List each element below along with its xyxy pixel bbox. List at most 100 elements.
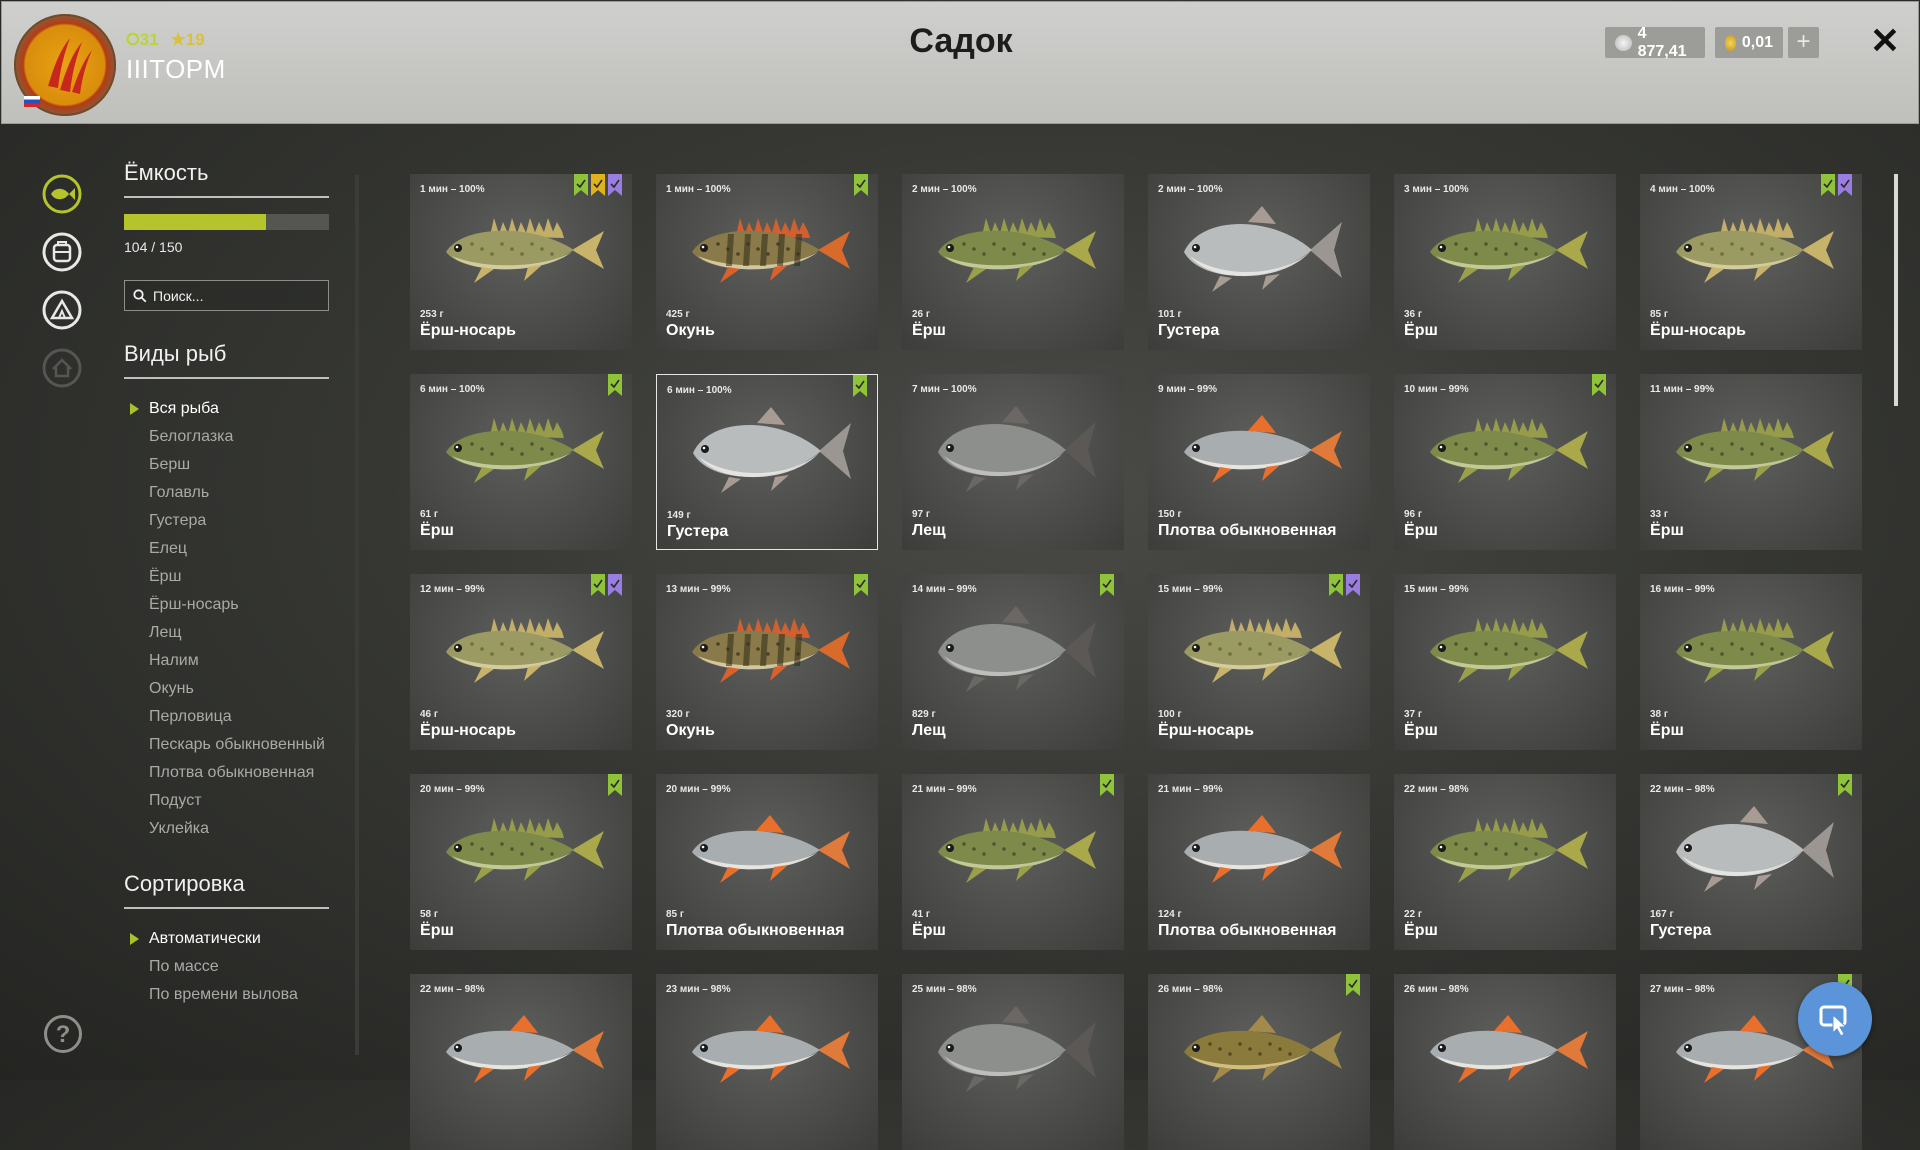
catch-time-label: 12 мин – 99% [420, 584, 485, 595]
fish-card[interactable]: 16 мин – 99% 38 г Ёрш [1640, 574, 1862, 750]
species-item[interactable]: Подуст [124, 787, 329, 815]
fish-card[interactable]: 22 мин – 98% 22 г Ёрш [1394, 774, 1616, 950]
fish-image-icon [1184, 815, 1342, 883]
species-item[interactable]: Голавль [124, 479, 329, 507]
close-button[interactable]: ✕ [1868, 23, 1902, 59]
fish-image-icon [1676, 418, 1834, 483]
fish-card[interactable]: 21 мин – 99% 41 г Ёрш [902, 774, 1124, 950]
capacity-title: Ёмкость [124, 160, 329, 198]
backpack-icon[interactable] [42, 232, 82, 272]
fish-card[interactable]: 9 мин – 99% 150 г Плотва обыкновенная [1148, 374, 1370, 550]
home-icon[interactable] [42, 348, 82, 388]
species-item[interactable]: Пескарь обыкновенный [124, 731, 329, 759]
fish-weight: 253 г [420, 309, 444, 320]
sort-option[interactable]: Автоматически [124, 925, 329, 953]
capacity-text: 104 / 150 [124, 239, 183, 255]
cursor-mode-button[interactable] [1798, 982, 1872, 1056]
species-item[interactable]: Вся рыба [124, 395, 329, 423]
fish-card[interactable]: 15 мин – 99% 37 г Ёрш [1394, 574, 1616, 750]
add-currency-button[interactable]: + [1788, 27, 1819, 58]
grid-scrollbar[interactable] [1894, 174, 1898, 406]
catch-time-label: 26 мин – 98% [1158, 984, 1223, 995]
species-item[interactable]: Перловица [124, 703, 329, 731]
species-item[interactable]: Окунь [124, 675, 329, 703]
fish-card[interactable]: 25 мин – 98% [902, 974, 1124, 1150]
fish-image-icon [692, 218, 850, 283]
sort-option[interactable]: По времени вылова [124, 981, 329, 1009]
fish-card[interactable]: 20 мин – 99% 58 г Ёрш [410, 774, 632, 950]
species-item[interactable]: Уклейка [124, 815, 329, 843]
fish-card[interactable]: 14 мин – 99% 829 г Лещ [902, 574, 1124, 750]
help-button[interactable]: ? [44, 1015, 82, 1053]
catch-time-label: 10 мин – 99% [1404, 384, 1469, 395]
fish-card[interactable]: 22 мин – 98% [410, 974, 632, 1150]
fish-weight: 41 г [912, 909, 931, 920]
bookmark-tag-icon [853, 375, 867, 397]
fish-name: Плотва обыкновенная [1158, 522, 1337, 539]
fish-card[interactable]: 2 мин – 100% 26 г Ёрш [902, 174, 1124, 350]
fish-card[interactable]: 2 мин – 100% 101 г Густера [1148, 174, 1370, 350]
species-item[interactable]: Налим [124, 647, 329, 675]
fish-card[interactable]: 13 мин – 99% 320 г Окунь [656, 574, 878, 750]
fish-card[interactable]: 26 мин – 98% [1148, 974, 1370, 1150]
fish-card[interactable]: 7 мин – 100% 97 г Лещ [902, 374, 1124, 550]
fish-image-icon [692, 1015, 850, 1083]
fish-tags [608, 774, 622, 796]
fish-card[interactable]: 12 мин – 99% 46 г Ёрш-носарь [410, 574, 632, 750]
fish-tags [608, 374, 622, 396]
fish-card[interactable]: 11 мин – 99% 33 г Ёрш [1640, 374, 1862, 550]
fish-name: Ёрш-носарь [1158, 722, 1254, 739]
fish-card[interactable]: 4 мин – 100% 85 г Ёрш-носарь [1640, 174, 1862, 350]
catch-time-label: 22 мин – 98% [420, 984, 485, 995]
fish-card[interactable]: 1 мин – 100% 253 г Ёрш-носарь [410, 174, 632, 350]
fish-card[interactable]: 3 мин – 100% 36 г Ёрш [1394, 174, 1616, 350]
species-list: Вся рыба Белоглазка Берш Голавль Густера Елец… [124, 395, 329, 843]
fish-image-icon [1430, 418, 1588, 483]
species-item[interactable]: Белоглазка [124, 423, 329, 451]
species-item[interactable]: Густера [124, 507, 329, 535]
camp-tent-icon[interactable] [42, 290, 82, 330]
fish-name: Ёрш [1404, 922, 1438, 939]
bookmark-tag-icon [591, 574, 605, 596]
species-item[interactable]: Елец [124, 535, 329, 563]
catch-time-label: 6 мин – 100% [420, 384, 485, 395]
fish-name: Ёрш-носарь [420, 722, 516, 739]
bookmark-tag-icon [854, 574, 868, 596]
search-input[interactable]: Поиск... [124, 280, 329, 311]
species-item[interactable]: Ёрш-носарь [124, 591, 329, 619]
catch-time-label: 4 мин – 100% [1650, 184, 1715, 195]
fish-card[interactable]: 23 мин – 98% [656, 974, 878, 1150]
fish-card[interactable]: 6 мин – 100% 149 г Густера [656, 374, 878, 550]
fish-weight: 33 г [1650, 509, 1669, 520]
keepnet-fish-icon[interactable] [42, 174, 82, 214]
fish-card[interactable]: 10 мин – 99% 96 г Ёрш [1394, 374, 1616, 550]
species-item[interactable]: Берш [124, 451, 329, 479]
fish-weight: 97 г [912, 509, 931, 520]
fish-name: Густера [667, 523, 729, 540]
fish-name: Лещ [912, 722, 946, 739]
species-item[interactable]: Лещ [124, 619, 329, 647]
fish-card[interactable]: 21 мин – 99% 124 г Плотва обыкновенная [1148, 774, 1370, 950]
fish-weight: 149 г [667, 510, 691, 521]
bookmark-tag-icon [1329, 574, 1343, 596]
catch-time-label: 15 мин – 99% [1158, 584, 1223, 595]
bookmark-tag-icon [1346, 574, 1360, 596]
fish-card[interactable]: 20 мин – 99% 85 г Плотва обыкновенная [656, 774, 878, 950]
species-item[interactable]: Плотва обыкновенная [124, 759, 329, 787]
fish-name: Ёрш [1404, 522, 1438, 539]
silver-balance[interactable]: 4 877,41 [1605, 25, 1705, 60]
fish-image-icon [938, 1006, 1096, 1092]
catch-time-label: 14 мин – 99% [912, 584, 977, 595]
fish-card[interactable]: 22 мин – 98% 167 г Густера [1640, 774, 1862, 950]
sort-option[interactable]: По массе [124, 953, 329, 981]
fish-card[interactable]: 6 мин – 100% 61 г Ёрш [410, 374, 632, 550]
fish-name: Ёрш [912, 922, 946, 939]
fish-card[interactable]: 1 мин – 100% 425 г Окунь [656, 174, 878, 350]
fish-card[interactable]: 26 мин – 98% [1394, 974, 1616, 1150]
sort-title: Сортировка [124, 871, 329, 909]
species-item[interactable]: Ёрш [124, 563, 329, 591]
fish-card[interactable]: 15 мин – 99% 100 г Ёрш-носарь [1148, 574, 1370, 750]
gold-balance[interactable]: 0,01 [1715, 27, 1783, 58]
catch-time-label: 16 мин – 99% [1650, 584, 1715, 595]
catch-time-label: 6 мин – 100% [667, 385, 732, 396]
